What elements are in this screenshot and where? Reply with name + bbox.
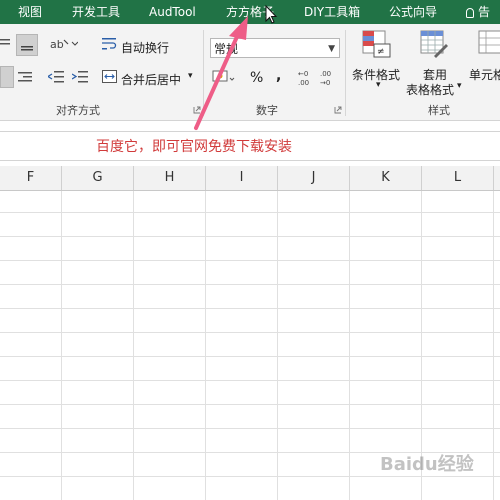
annotation-arrow [194,16,248,130]
mouse-cursor-icon [265,4,278,24]
annotation-overlay [194,4,278,130]
watermark: Baidu经验 [380,454,474,475]
